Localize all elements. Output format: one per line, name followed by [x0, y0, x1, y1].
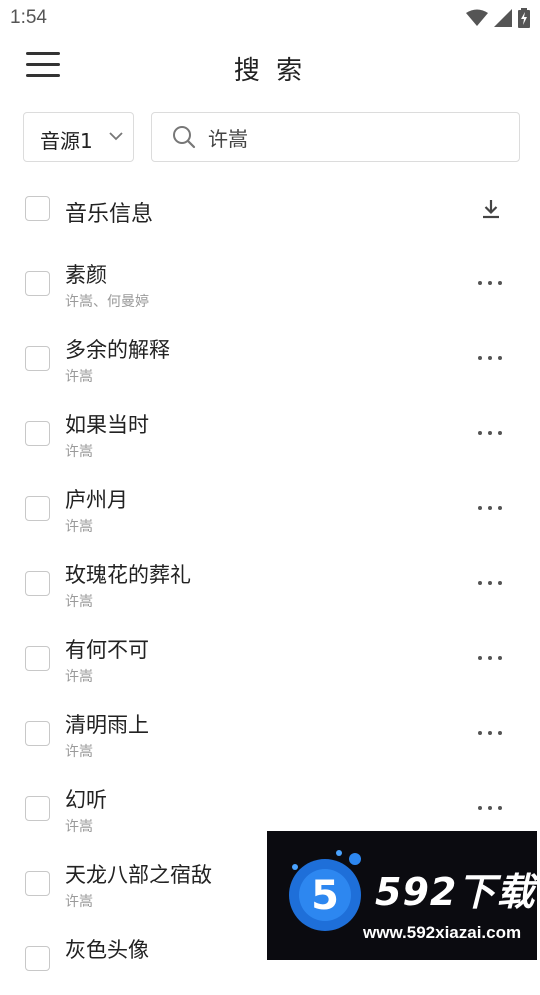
song-title: 天龙八部之宿敌 — [65, 863, 212, 887]
page-title: 搜 索 — [233, 56, 307, 86]
logo-text: 5 — [311, 873, 339, 919]
song-artist: 许嵩 — [65, 444, 93, 460]
song-checkbox[interactable] — [25, 571, 50, 596]
song-checkbox[interactable] — [25, 946, 50, 971]
song-artist: 许嵩 — [65, 669, 93, 685]
song-artist: 许嵩 — [65, 594, 93, 610]
song-title: 清明雨上 — [65, 713, 149, 737]
source-dropdown[interactable]: 音源1 — [23, 112, 134, 162]
logo-icon: 5 — [279, 845, 371, 937]
download-icon[interactable] — [478, 196, 504, 222]
song-title: 有何不可 — [65, 638, 149, 662]
list-item[interactable]: 多余的解释 许嵩 — [0, 320, 540, 395]
song-title: 玫瑰花的葬礼 — [65, 563, 191, 587]
song-title: 庐州月 — [65, 488, 128, 512]
more-icon[interactable] — [478, 573, 502, 593]
more-icon[interactable] — [478, 273, 502, 293]
search-icon — [172, 125, 196, 149]
song-checkbox[interactable] — [25, 421, 50, 446]
source-dropdown-label: 音源1 — [40, 129, 93, 153]
song-checkbox[interactable] — [25, 346, 50, 371]
more-icon[interactable] — [478, 498, 502, 518]
list-item[interactable]: 素颜 许嵩、何曼婷 — [0, 245, 540, 320]
battery-charging-icon — [518, 8, 530, 32]
watermark: 5 592下载 www.592xiazai.com — [267, 831, 537, 960]
song-checkbox[interactable] — [25, 271, 50, 296]
signal-icon — [494, 9, 512, 31]
status-bar: 1:54 — [0, 0, 540, 36]
chevron-down-icon — [107, 127, 125, 145]
song-checkbox[interactable] — [25, 496, 50, 521]
wifi-icon — [466, 9, 488, 31]
song-artist: 许嵩 — [65, 519, 93, 535]
song-checkbox[interactable] — [25, 796, 50, 821]
list-item[interactable]: 如果当时 许嵩 — [0, 395, 540, 470]
song-artist: 许嵩 — [65, 819, 93, 835]
more-icon[interactable] — [478, 423, 502, 443]
song-artist: 许嵩 — [65, 369, 93, 385]
song-title: 如果当时 — [65, 413, 149, 437]
song-title: 幻听 — [65, 788, 107, 812]
more-icon[interactable] — [478, 798, 502, 818]
status-icons — [466, 8, 530, 32]
list-item[interactable]: 有何不可 许嵩 — [0, 620, 540, 695]
status-time: 1:54 — [10, 7, 47, 28]
list-item[interactable]: 玫瑰花的葬礼 许嵩 — [0, 545, 540, 620]
select-all-checkbox[interactable] — [25, 196, 50, 221]
song-checkbox[interactable] — [25, 646, 50, 671]
list-header: 音乐信息 — [0, 180, 540, 240]
app-bar: 搜 索 — [0, 36, 540, 100]
watermark-brand: 592下载 — [375, 870, 536, 914]
watermark-url: www.592xiazai.com — [363, 923, 522, 942]
song-artist: 许嵩、何曼婷 — [65, 294, 149, 310]
song-artist: 许嵩 — [65, 744, 93, 760]
song-checkbox[interactable] — [25, 721, 50, 746]
search-box[interactable] — [151, 112, 520, 162]
song-artist: 许嵩 — [65, 894, 93, 910]
list-item[interactable]: 庐州月 许嵩 — [0, 470, 540, 545]
list-header-label: 音乐信息 — [65, 202, 154, 227]
song-title: 多余的解释 — [65, 338, 170, 362]
more-icon[interactable] — [478, 648, 502, 668]
search-input[interactable] — [208, 123, 498, 151]
song-title: 素颜 — [65, 263, 107, 287]
more-icon[interactable] — [478, 723, 502, 743]
list-item[interactable]: 清明雨上 许嵩 — [0, 695, 540, 770]
song-checkbox[interactable] — [25, 871, 50, 896]
more-icon[interactable] — [478, 348, 502, 368]
